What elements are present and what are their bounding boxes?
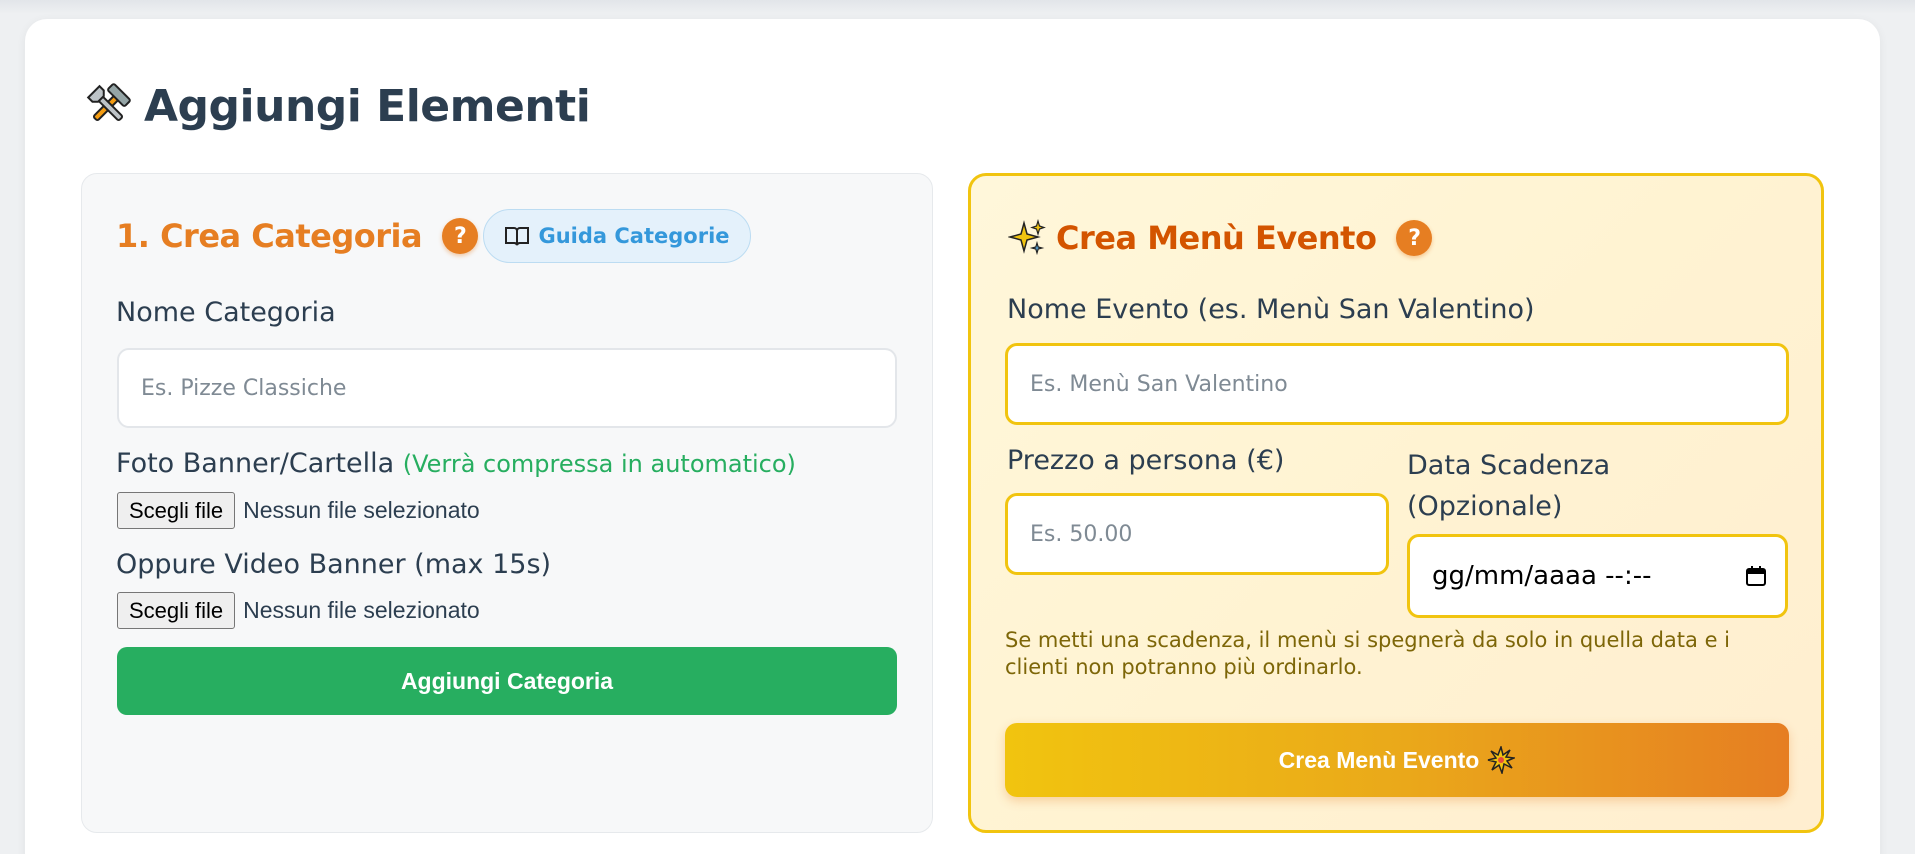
category-section-title: 1. Crea Categoria ?	[116, 209, 479, 263]
create-event-menu-button[interactable]: Crea Menù Evento	[1005, 723, 1789, 797]
page-title-text: Aggiungi Elementi	[144, 80, 591, 132]
category-name-input[interactable]	[117, 348, 897, 428]
create-event-menu-panel: Crea Menù Evento ? Nome Evento (es. Menù…	[968, 173, 1824, 833]
expiry-date-label: Data Scadenza (Opzionale)	[1407, 445, 1610, 527]
create-event-label: Crea Menù Evento	[1278, 746, 1480, 773]
price-label: Prezzo a persona (€)	[1007, 445, 1285, 476]
category-title-text: 1. Crea Categoria	[116, 217, 423, 255]
event-name-label: Nome Evento (es. Menù San Valentino)	[1007, 294, 1535, 325]
book-icon	[504, 225, 530, 247]
date-placeholder: gg/mm/aaaa --:--	[1432, 561, 1652, 591]
guide-categories-button[interactable]: Guida Categorie	[483, 209, 751, 263]
category-name-label: Nome Categoria	[116, 297, 336, 328]
event-name-input[interactable]	[1005, 343, 1789, 425]
photo-file-picker: Scegli file Nessun file selezionato	[117, 492, 480, 529]
expiry-date-label-line1: Data Scadenza	[1407, 450, 1611, 481]
video-banner-label: Oppure Video Banner (max 15s)	[116, 549, 552, 580]
event-section-title: Crea Menù Evento ?	[1008, 211, 1433, 265]
expiry-date-label-line2: (Opzionale)	[1407, 491, 1563, 522]
add-category-button[interactable]: Aggiungi Categoria	[117, 647, 897, 715]
collision-spark-icon	[1487, 746, 1516, 774]
price-input[interactable]	[1005, 493, 1389, 575]
photo-compress-note: (Verrà compressa in automatico)	[402, 450, 796, 478]
video-file-picker: Scegli file Nessun file selezionato	[117, 592, 480, 629]
video-file-status: Nessun file selezionato	[243, 597, 480, 623]
video-choose-file-button[interactable]: Scegli file	[117, 592, 236, 629]
photo-banner-label: Foto Banner/Cartella (Verrà compressa in…	[116, 448, 796, 479]
event-title-text: Crea Menù Evento	[1056, 219, 1377, 257]
category-help-button[interactable]: ?	[442, 218, 479, 254]
event-help-button[interactable]: ?	[1396, 220, 1433, 256]
page-title: Aggiungi Elementi	[84, 78, 591, 134]
guide-label: Guida Categorie	[538, 224, 730, 248]
create-category-panel: 1. Crea Categoria ? Guida Categorie Nome…	[81, 173, 933, 833]
photo-banner-label-text: Foto Banner/Cartella	[116, 448, 395, 479]
photo-choose-file-button[interactable]: Scegli file	[117, 492, 236, 529]
hammer-wrench-icon	[84, 82, 132, 130]
sparkles-icon	[1008, 219, 1046, 257]
expiry-date-input[interactable]: gg/mm/aaaa --:--	[1407, 534, 1788, 618]
calendar-icon[interactable]	[1745, 565, 1767, 587]
top-shadow	[0, 0, 1915, 14]
expiry-hint-text: Se metti una scadenza, il menù si spegne…	[1005, 628, 1731, 679]
photo-file-status: Nessun file selezionato	[243, 497, 480, 523]
